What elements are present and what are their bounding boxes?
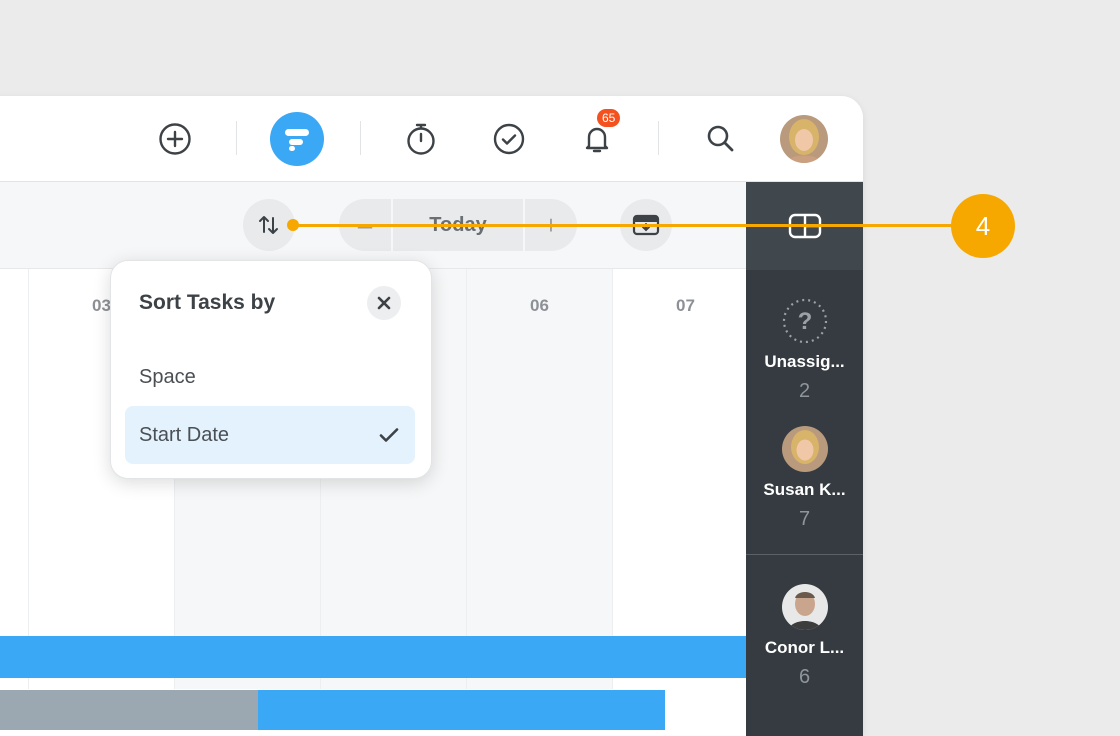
assignee-count: 2 (798, 380, 811, 402)
avatar (781, 426, 828, 472)
notification-badge: 65 (597, 109, 621, 127)
toolbar-divider (658, 121, 659, 155)
gantt-icon[interactable] (270, 112, 324, 166)
toolbar-divider (360, 121, 361, 155)
unassigned-icon: ? (782, 298, 828, 344)
option-label: Space (139, 365, 196, 388)
bell-icon[interactable]: 65 (576, 109, 621, 160)
sort-arrows-icon (259, 216, 278, 234)
assignee-count: 7 (798, 508, 811, 530)
user-avatar[interactable] (780, 115, 828, 163)
option-label: Start Date (139, 423, 230, 446)
assignee-name: Susan K... (763, 480, 846, 499)
day-column: 07 (612, 269, 747, 689)
sort-popover: Sort Tasks by Space Start Date (110, 260, 432, 479)
day-label: 06 (530, 296, 549, 315)
top-bar: 65 (0, 96, 863, 182)
svg-text:?: ? (797, 308, 812, 335)
close-icon (377, 296, 391, 310)
assignee-conor[interactable]: Conor L... 6 (746, 584, 863, 689)
task-bar[interactable] (258, 690, 665, 730)
checkmark-icon (379, 428, 399, 442)
assignee-unassigned[interactable]: ? Unassig... 2 (746, 298, 863, 403)
assignee-count: 6 (798, 666, 811, 688)
sidebar-divider (746, 554, 863, 555)
stopwatch-icon[interactable] (400, 118, 442, 160)
sort-option-start-date[interactable]: Start Date (125, 406, 415, 464)
plus-circle-icon[interactable] (154, 118, 196, 160)
callout-number: 4 (951, 194, 1015, 258)
check-circle-icon[interactable] (488, 118, 530, 160)
assignee-name: Unassig... (764, 352, 845, 371)
close-button[interactable] (367, 286, 401, 320)
assignee-name: Conor L... (764, 638, 845, 657)
callout-line (292, 224, 956, 227)
sort-option-space[interactable]: Space (125, 348, 415, 406)
task-bar[interactable] (0, 690, 258, 730)
day-label: 07 (676, 296, 695, 315)
popover-title: Sort Tasks by (139, 291, 276, 314)
assignee-susan[interactable]: Susan K... 7 (746, 426, 863, 531)
callout-dot (287, 219, 299, 231)
day-column: 06 (466, 269, 612, 689)
search-icon[interactable] (700, 118, 742, 160)
task-bar[interactable] (0, 636, 746, 678)
assignee-sidebar: ? Unassig... 2 Susan K... 7 Conor L... 6 (746, 182, 863, 736)
toolbar-divider (236, 121, 237, 155)
avatar (781, 584, 828, 630)
